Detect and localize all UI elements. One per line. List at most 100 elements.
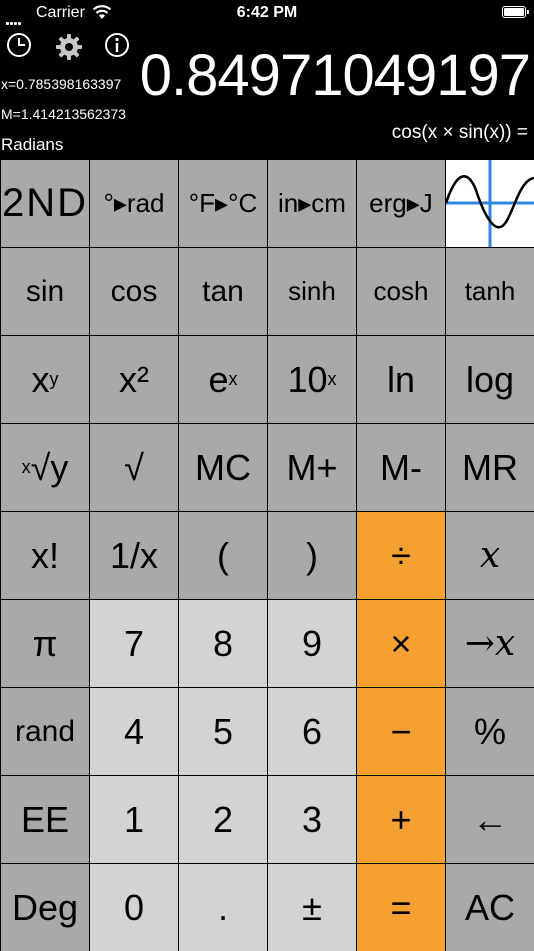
store-x-label: →x: [464, 623, 516, 664]
digit-6-label: 6: [301, 710, 323, 752]
digit-8-label: 8: [212, 622, 234, 664]
cos-label: cos: [110, 274, 158, 308]
store-x-button[interactable]: →x: [446, 600, 534, 687]
second-function-button[interactable]: 2ND: [1, 160, 89, 247]
memory-clear-label: MC: [195, 446, 251, 488]
reciprocal-button[interactable]: 1/x: [90, 512, 178, 599]
sin-button[interactable]: sin: [1, 248, 89, 335]
second-function-label: 2ND: [1, 181, 89, 225]
digit-0-button[interactable]: 0: [90, 864, 178, 951]
memory-add-button[interactable]: M+: [268, 424, 356, 511]
angle-mode-button[interactable]: Deg: [1, 864, 89, 951]
digit-1-button[interactable]: 1: [90, 776, 178, 863]
decimal-point-button[interactable]: .: [179, 864, 267, 951]
angle-mode-label: Radians: [1, 135, 64, 154]
divide-label: ÷: [391, 534, 411, 576]
close-paren-button[interactable]: ): [268, 512, 356, 599]
ten-power-x-button[interactable]: 10x: [268, 336, 356, 423]
digit-7-label: 7: [123, 622, 145, 664]
expression-line: cos(x × sin(x)) =: [391, 122, 528, 143]
digit-6-button[interactable]: 6: [268, 688, 356, 775]
tanh-label: tanh: [464, 276, 516, 306]
variable-x-label: x: [479, 535, 501, 576]
exponent-label: EE: [20, 798, 70, 840]
all-clear-button[interactable]: AC: [446, 864, 534, 951]
e-power-x-button[interactable]: ex: [179, 336, 267, 423]
open-paren-button[interactable]: (: [179, 512, 267, 599]
sin-label: sin: [25, 274, 65, 308]
pi-button[interactable]: π: [1, 600, 89, 687]
add-button[interactable]: +: [357, 776, 445, 863]
ln-label: ln: [386, 358, 416, 400]
plus-minus-button[interactable]: ±: [268, 864, 356, 951]
history-icon[interactable]: [6, 32, 36, 62]
exponent-button[interactable]: EE: [1, 776, 89, 863]
digit-9-label: 9: [301, 622, 323, 664]
digit-3-button[interactable]: 3: [268, 776, 356, 863]
memory-subtract-button[interactable]: M-: [357, 424, 445, 511]
sine-graph-icon: [446, 160, 534, 247]
inch-to-cm-button[interactable]: in▸cm: [268, 160, 356, 247]
deg-to-rad-button[interactable]: °▸rad: [90, 160, 178, 247]
sinh-label: sinh: [288, 276, 336, 306]
x-power-y-button[interactable]: xy: [1, 336, 89, 423]
divide-button[interactable]: ÷: [357, 512, 445, 599]
backspace-button[interactable]: ←: [446, 776, 534, 863]
inch-to-cm-label: in▸cm: [278, 188, 346, 218]
fahrenheit-to-celsius-button[interactable]: °F▸°C: [179, 160, 267, 247]
cosh-label: cosh: [373, 276, 429, 306]
square-root-label: √: [124, 446, 144, 488]
digit-2-button[interactable]: 2: [179, 776, 267, 863]
erg-to-joule-label: erg▸J: [369, 188, 433, 218]
angle-mode-button-label: Deg: [11, 886, 79, 928]
digit-0-label: 0: [123, 886, 145, 928]
battery-icon: [502, 6, 529, 18]
equals-label: =: [390, 886, 412, 928]
ten-power-x-label: 10x: [287, 358, 337, 400]
memory-recall-label: MR: [462, 446, 518, 488]
x-root-y-label: x√y: [21, 446, 69, 488]
variable-x-button[interactable]: x: [446, 512, 534, 599]
x-root-y-button[interactable]: x√y: [1, 424, 89, 511]
digit-7-button[interactable]: 7: [90, 600, 178, 687]
cosh-button[interactable]: cosh: [357, 248, 445, 335]
backspace-label: ←: [472, 798, 508, 840]
ln-button[interactable]: ln: [357, 336, 445, 423]
graph-button[interactable]: [446, 160, 534, 247]
memory-recall-button[interactable]: MR: [446, 424, 534, 511]
status-time: 6:42 PM: [236, 4, 298, 21]
pi-label: π: [32, 622, 58, 664]
digit-4-button[interactable]: 4: [90, 688, 178, 775]
log-button[interactable]: log: [446, 336, 534, 423]
close-paren-label: ): [306, 534, 318, 576]
cos-button[interactable]: cos: [90, 248, 178, 335]
tanh-button[interactable]: tanh: [446, 248, 534, 335]
info-icon[interactable]: [104, 32, 134, 62]
multiply-button[interactable]: ×: [357, 600, 445, 687]
random-button[interactable]: rand: [1, 688, 89, 775]
factorial-button[interactable]: x!: [1, 512, 89, 599]
display-value: 0.84971049197: [139, 43, 531, 108]
x-squared-button[interactable]: x²: [90, 336, 178, 423]
subtract-label: −: [390, 710, 412, 752]
memory-value-line: M=1.414213562373: [1, 106, 126, 122]
decimal-point-label: .: [217, 886, 228, 928]
gear-icon[interactable]: [54, 32, 84, 62]
digit-5-button[interactable]: 5: [179, 688, 267, 775]
subtract-button[interactable]: −: [357, 688, 445, 775]
digit-8-button[interactable]: 8: [179, 600, 267, 687]
keypad: 2ND °▸rad °F▸°C in▸cm erg▸J sin cos tan …: [0, 159, 534, 951]
percent-button[interactable]: %: [446, 688, 534, 775]
x-squared-label: x²: [119, 358, 149, 400]
tan-button[interactable]: tan: [179, 248, 267, 335]
memory-clear-button[interactable]: MC: [179, 424, 267, 511]
digit-1-label: 1: [123, 798, 145, 840]
sinh-button[interactable]: sinh: [268, 248, 356, 335]
digit-9-button[interactable]: 9: [268, 600, 356, 687]
e-power-x-label: ex: [208, 358, 238, 400]
erg-to-joule-button[interactable]: erg▸J: [357, 160, 445, 247]
digit-2-label: 2: [212, 798, 234, 840]
equals-button[interactable]: =: [357, 864, 445, 951]
x-power-y-label: xy: [31, 358, 59, 400]
square-root-button[interactable]: √: [90, 424, 178, 511]
